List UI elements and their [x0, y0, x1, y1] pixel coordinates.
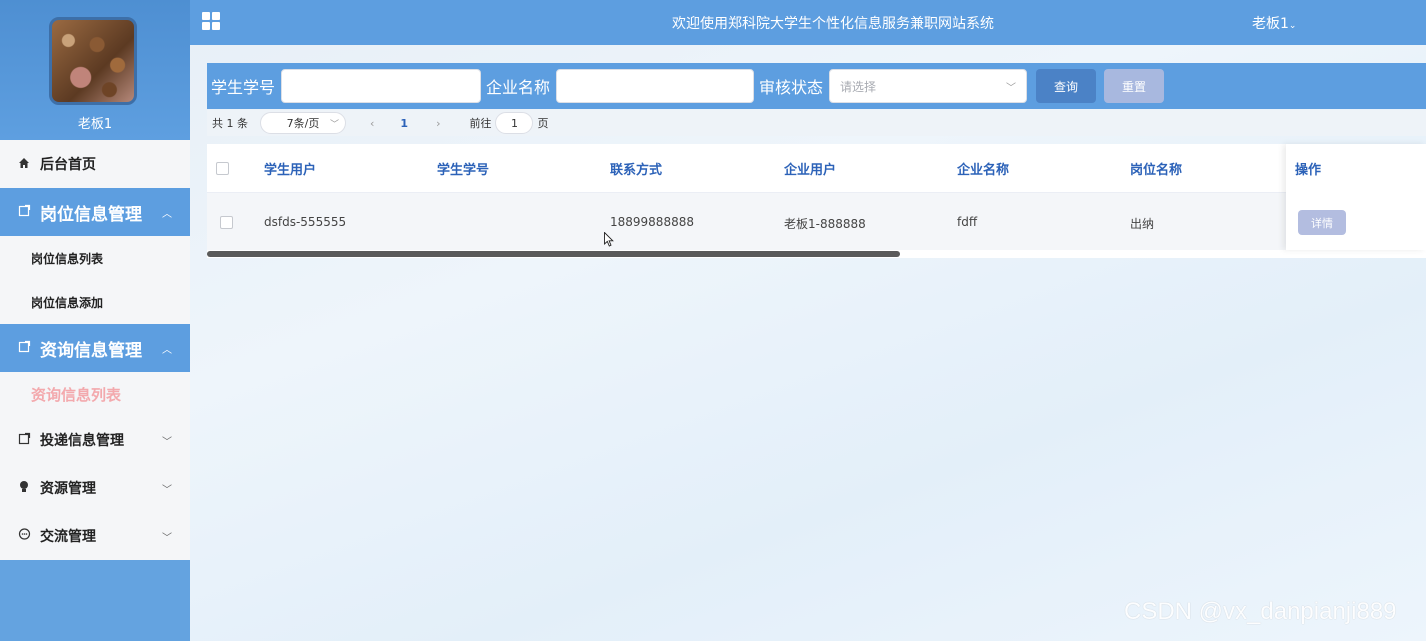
reset-button[interactable]: 重置 — [1104, 69, 1165, 103]
sidebar-item-jobs-add[interactable]: 岗位信息添加 — [0, 280, 190, 324]
column-header[interactable]: 学生学号 — [437, 144, 489, 192]
student-no-label: 学生学号 — [211, 78, 276, 97]
profile-panel: 老板1 — [0, 0, 190, 140]
sidebar-item-jobs[interactable]: 岗位信息管理 ︿ — [0, 188, 190, 236]
sidebar-item-label: 资询信息管理 — [40, 340, 142, 361]
user-menu[interactable]: 老板1⌄ — [1252, 13, 1296, 33]
query-button[interactable]: 查询 — [1036, 69, 1097, 103]
avatar[interactable] — [49, 17, 137, 105]
sidebar-item-resource[interactable]: 资源管理 ﹀ — [0, 464, 190, 512]
watermark: CSDN @vx_danpianji889 — [1124, 598, 1397, 625]
goto-label: 前往 — [469, 117, 492, 130]
sidebar-username: 老板1 — [77, 117, 113, 132]
pagination: 共 1 条 7条/页 ﹀ ‹ 1 › 前往 1 页 — [207, 110, 1426, 136]
cell-company-user: 老板1-888888 — [784, 217, 866, 231]
site-title: 欢迎使用郑科院大学生个性化信息服务兼职网站系统 — [672, 16, 994, 32]
cell-student-user: dsfds-555555 — [264, 215, 347, 229]
column-header[interactable]: 企业用户 — [784, 144, 836, 192]
sidebar-item-label: 后台首页 — [40, 157, 96, 173]
user-menu-label: 老板1 — [1252, 16, 1289, 32]
chevron-down-icon: ⌄ — [1288, 21, 1297, 31]
document-icon — [18, 432, 34, 448]
sidebar: 老板1 后台首页 岗位信息管理 ︿ 岗位信息列表 岗位信息添加 资询信息管理 ︿… — [0, 0, 190, 641]
sidebar-item-label: 交流管理 — [40, 529, 96, 545]
document-icon — [18, 204, 34, 220]
column-header[interactable]: 联系方式 — [610, 144, 662, 192]
chevron-down-icon: ﹀ — [162, 532, 172, 544]
cell-company-name: fdff — [957, 215, 978, 229]
cell-job-name: 出纳 — [1130, 217, 1155, 231]
chevron-up-icon: ︿ — [162, 344, 172, 356]
document-icon — [18, 340, 34, 356]
sidebar-item-label: 资询信息列表 — [31, 385, 122, 404]
chevron-down-icon: ﹀ — [162, 436, 172, 448]
lightbulb-icon — [18, 480, 34, 496]
sidebar-item-label: 岗位信息管理 — [40, 204, 142, 225]
column-header[interactable]: 企业名称 — [957, 144, 1009, 192]
goto-input[interactable]: 1 — [495, 112, 534, 134]
sidebar-item-delivery[interactable]: 投递信息管理 ﹀ — [0, 416, 190, 464]
company-name-input[interactable] — [556, 69, 755, 103]
top-bar: 欢迎使用郑科院大学生个性化信息服务兼职网站系统 老板1⌄ — [190, 0, 1426, 45]
goto-value: 1 — [510, 116, 518, 130]
next-page-icon[interactable]: › — [436, 117, 440, 130]
sidebar-item-label: 投递信息管理 — [40, 433, 124, 449]
sidebar-item-jobs-list[interactable]: 岗位信息列表 — [0, 236, 190, 280]
status-select-placeholder: 请选择 — [840, 79, 877, 94]
page-size-select[interactable]: 7条/页 ﹀ — [260, 112, 346, 134]
chevron-down-icon: ﹀ — [329, 119, 339, 130]
chevron-down-icon: ﹀ — [1006, 82, 1017, 94]
column-header[interactable]: 操作 — [1295, 144, 1321, 192]
status-label: 审核状态 — [759, 78, 824, 97]
company-name-label: 企业名称 — [486, 78, 551, 97]
sidebar-item-consult-list[interactable]: 资询信息列表 — [0, 372, 190, 416]
page-size-value: 7条/页 — [286, 117, 320, 130]
sidebar-item-consult[interactable]: 资询信息管理 ︿ — [0, 324, 190, 372]
data-table: 学生用户 学生学号 联系方式 企业用户 企业名称 岗位名称 dsfds-5555… — [207, 144, 1426, 258]
sidebar-item-home[interactable]: 后台首页 — [0, 140, 190, 188]
column-header[interactable]: 岗位名称 — [1130, 144, 1182, 192]
page-suffix: 页 — [537, 117, 549, 130]
action-column: 操作 详情 — [1286, 144, 1426, 250]
row-checkbox[interactable] — [220, 216, 233, 229]
sidebar-item-label: 岗位信息列表 — [31, 251, 104, 266]
cell-contact: 18899888888 — [610, 215, 694, 229]
chat-icon — [18, 528, 34, 544]
home-icon — [18, 157, 34, 172]
chevron-down-icon: ﹀ — [162, 484, 172, 496]
search-bar: 学生学号 企业名称 审核状态 请选择 ﹀ 查询 重置 — [207, 63, 1426, 109]
status-select[interactable]: 请选择 ﹀ — [829, 69, 1028, 103]
mouse-cursor-icon — [604, 232, 614, 247]
current-page[interactable]: 1 — [400, 117, 408, 130]
sidebar-item-label: 资源管理 — [40, 481, 96, 497]
prev-page-icon[interactable]: ‹ — [370, 117, 374, 130]
column-header[interactable]: 学生用户 — [264, 144, 316, 192]
select-all-checkbox[interactable] — [216, 162, 229, 175]
total-count: 共 1 条 — [212, 117, 248, 130]
sidebar-item-exchange[interactable]: 交流管理 ﹀ — [0, 512, 190, 560]
sidebar-item-label: 岗位信息添加 — [31, 295, 104, 310]
table-header: 学生用户 学生学号 联系方式 企业用户 企业名称 岗位名称 — [207, 144, 1426, 193]
chevron-up-icon: ︿ — [162, 208, 172, 220]
student-no-input[interactable] — [281, 69, 482, 103]
horizontal-scrollbar[interactable] — [207, 251, 900, 257]
detail-button[interactable]: 详情 — [1298, 210, 1346, 235]
